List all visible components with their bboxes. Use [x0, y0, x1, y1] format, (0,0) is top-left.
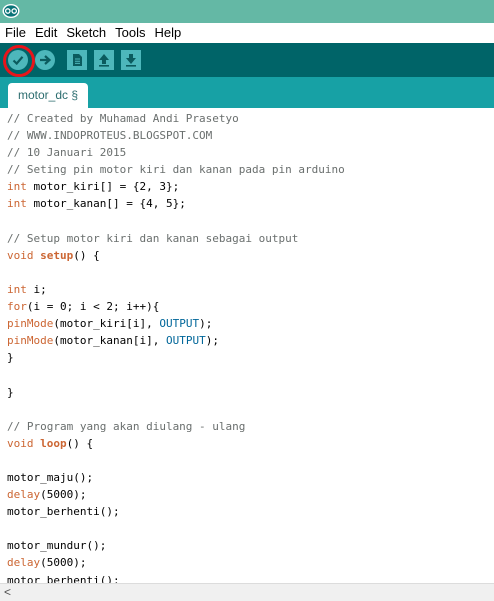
code-token: );	[205, 334, 219, 348]
code-line: int motor_kiri[] = {2, 3};	[7, 178, 494, 195]
code-token: }	[7, 351, 14, 365]
code-token: loop	[40, 436, 67, 450]
code-token: (5000);	[40, 488, 87, 502]
code-token: void	[7, 248, 34, 262]
code-token: motor_kanan[] = {4, 5};	[26, 197, 186, 211]
horizontal-scrollbar[interactable]: <	[0, 583, 494, 601]
code-token: OUTPUT	[159, 317, 200, 331]
code-token: // Seting pin motor kiri dan kanan pada …	[7, 163, 345, 177]
code-text[interactable]: // Created by Muhamad Andi Prasetyo // WW…	[0, 108, 494, 583]
code-token: delay	[7, 488, 41, 502]
tab-bar: motor_dc §	[0, 77, 494, 108]
arrow-up-icon	[99, 54, 109, 67]
code-token: int	[7, 197, 27, 211]
code-token: (5000);	[40, 556, 87, 570]
new-document-icon	[73, 54, 82, 66]
code-token: // WWW.INDOPROTEUS.BLOGSPOT.COM	[7, 129, 213, 143]
code-token: () {	[73, 248, 100, 262]
code-line: // 10 Januari 2015	[7, 144, 494, 161]
toolbar	[0, 43, 494, 77]
code-line: // WWW.INDOPROTEUS.BLOGSPOT.COM	[7, 127, 494, 144]
code-line: // Seting pin motor kiri dan kanan pada …	[7, 161, 494, 178]
code-line: motor_berhenti();	[7, 572, 494, 583]
code-token: void	[7, 436, 34, 450]
upload-button[interactable]	[35, 50, 55, 70]
code-token: motor_maju();	[7, 470, 94, 484]
code-line: delay(5000);	[7, 486, 494, 503]
arrow-right-icon	[40, 55, 52, 65]
menu-sketch[interactable]: Sketch	[61, 23, 110, 43]
code-line: void setup() {	[7, 247, 494, 264]
code-token: }	[7, 385, 14, 399]
menu-edit[interactable]: Edit	[30, 23, 61, 43]
code-token: (motor_kanan[i],	[53, 334, 166, 348]
menu-file[interactable]: File	[0, 23, 30, 43]
code-token: pinMode	[7, 334, 54, 348]
code-token: (i = 0; i < 2; i++){	[26, 300, 160, 314]
verify-highlight-circle	[3, 45, 35, 77]
code-token: pinMode	[7, 317, 54, 331]
tab-motor-dc[interactable]: motor_dc §	[8, 83, 88, 108]
code-token: setup	[40, 248, 74, 262]
code-token: int	[7, 180, 27, 194]
code-line: }	[7, 384, 494, 401]
code-token: (motor_kiri[i],	[53, 317, 160, 331]
menu-bar: File Edit Sketch Tools Help	[0, 23, 494, 43]
code-token: motor_kiri[] = {2, 3};	[26, 180, 180, 194]
menu-help[interactable]: Help	[149, 23, 185, 43]
code-line: int i;	[7, 281, 494, 298]
open-button[interactable]	[94, 50, 114, 70]
code-token: // Program yang akan diulang - ulang	[7, 419, 246, 433]
menu-tools[interactable]: Tools	[110, 23, 149, 43]
code-token: delay	[7, 556, 41, 570]
code-line: pinMode(motor_kanan[i], OUTPUT);	[7, 332, 494, 349]
code-line: void loop() {	[7, 435, 494, 452]
code-line: for(i = 0; i < 2; i++){	[7, 298, 494, 315]
code-token: () {	[66, 436, 94, 450]
arduino-logo-icon	[2, 4, 20, 18]
code-editor[interactable]: // Created by Muhamad Andi Prasetyo // WW…	[0, 108, 494, 583]
code-token: OUTPUT	[165, 334, 206, 348]
code-line: // Program yang akan diulang - ulang	[7, 418, 494, 435]
code-token: i;	[26, 282, 47, 296]
code-line: pinMode(motor_kiri[i], OUTPUT);	[7, 315, 494, 332]
code-token: // 10 Januari 2015	[7, 146, 127, 160]
code-line: // Setup motor kiri dan kanan sebagai ou…	[7, 230, 494, 247]
new-sketch-button[interactable]	[67, 50, 87, 70]
code-token: // Created by Muhamad Andi Prasetyo	[7, 112, 239, 125]
save-button[interactable]	[121, 50, 141, 70]
code-token: motor_berhenti();	[7, 505, 120, 519]
code-token: int	[7, 282, 27, 296]
code-line: delay(5000);	[7, 554, 494, 571]
code-token: for	[7, 300, 27, 314]
code-line: }	[7, 349, 494, 366]
code-line: motor_berhenti();	[7, 503, 494, 520]
code-token: motor_mundur();	[7, 539, 107, 553]
code-token: // Setup motor kiri dan kanan sebagai ou…	[7, 231, 299, 245]
code-token: motor_berhenti();	[7, 573, 120, 583]
arrow-down-icon	[126, 54, 136, 67]
scroll-left-arrow[interactable]: <	[4, 586, 11, 598]
code-token: );	[199, 317, 213, 331]
title-bar	[0, 0, 494, 23]
code-line: int motor_kanan[] = {4, 5};	[7, 195, 494, 212]
code-line: // Created by Muhamad Andi Prasetyo	[7, 110, 494, 127]
code-line: motor_mundur();	[7, 537, 494, 554]
code-line: motor_maju();	[7, 469, 494, 486]
